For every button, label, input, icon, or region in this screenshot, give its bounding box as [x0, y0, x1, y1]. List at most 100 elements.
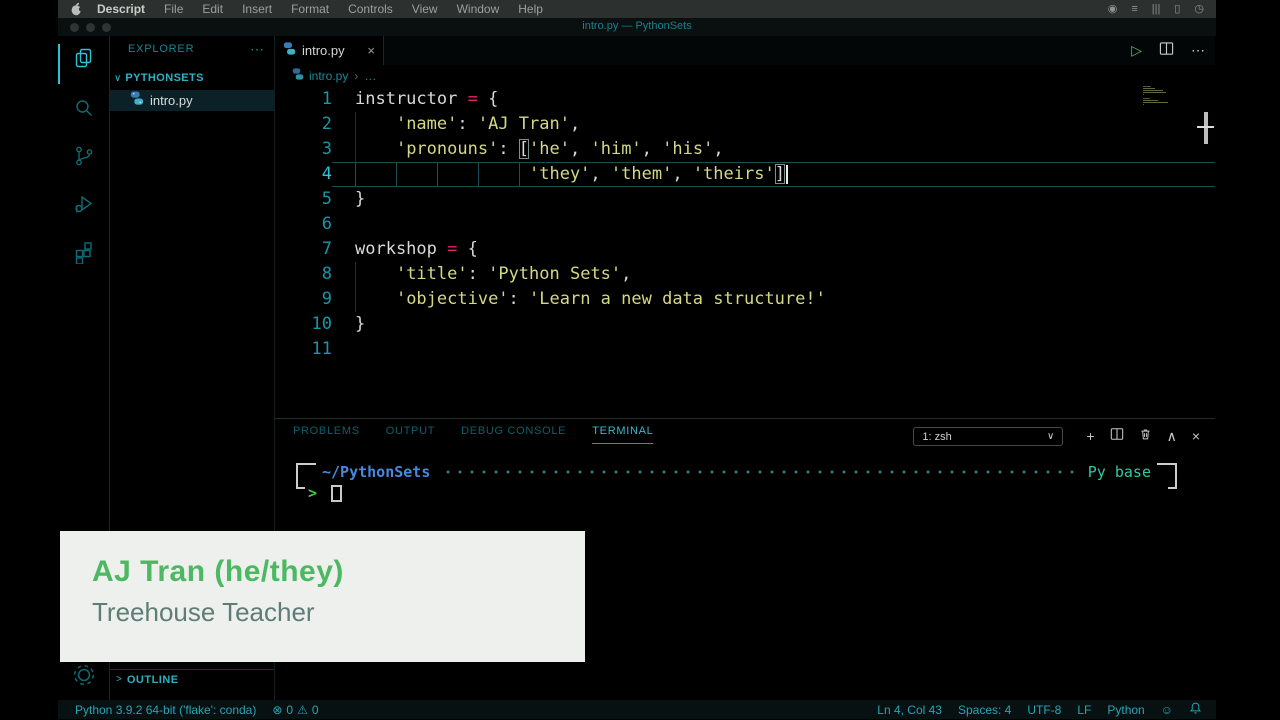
code-token: : [457, 114, 477, 134]
code-line[interactable]: 3 'pronouns': ['he', 'him', 'his', [275, 137, 1215, 162]
code-line[interactable]: 11 [275, 337, 1215, 362]
extensions-icon[interactable] [72, 240, 96, 264]
menu-item-controls[interactable]: Controls [348, 2, 393, 16]
minimap[interactable] [1143, 86, 1209, 108]
window-title-bar[interactable]: intro.py — PythonSets [58, 18, 1216, 36]
levels-icon[interactable]: ||| [1152, 0, 1161, 18]
minimap-line [1143, 86, 1151, 87]
cursor-position-status[interactable]: Ln 4, Col 43 [877, 703, 942, 717]
code-token: } [355, 314, 365, 334]
python-file-icon [283, 42, 296, 60]
mouse-ibeam-cursor [1204, 112, 1208, 144]
breadcrumb-symbol[interactable]: … [364, 69, 376, 83]
indent-guide [478, 162, 479, 187]
python-interpreter-status[interactable]: Python 3.9.2 64-bit ('flake': conda) [75, 703, 256, 717]
run-python-file-button[interactable]: ▷ [1131, 42, 1142, 59]
code-line[interactable]: 10} [275, 312, 1215, 337]
code-token: , [570, 139, 590, 159]
settings-gear-icon[interactable] [71, 662, 95, 686]
menu-item-format[interactable]: Format [291, 2, 329, 16]
code-line-text: workshop = { [332, 237, 1215, 262]
code-line[interactable]: 4 'they', 'them', 'theirs'] [275, 162, 1215, 187]
queue-icon[interactable]: ≡ [1131, 0, 1137, 18]
apple-logo-icon[interactable] [70, 2, 83, 16]
panel-tab-problems[interactable]: PROBLEMS [293, 425, 360, 444]
code-lines[interactable]: 1instructor = {2 'name': 'AJ Tran',3 'pr… [275, 87, 1215, 362]
editor-more-actions-icon[interactable]: ⋯ [1191, 42, 1205, 59]
code-line[interactable]: 5} [275, 187, 1215, 212]
active-view-indicator [58, 44, 60, 84]
minimap-line [1143, 100, 1158, 101]
prompt-chevron: > [308, 484, 317, 502]
code-line[interactable]: 2 'name': 'AJ Tran', [275, 112, 1215, 137]
line-number: 5 [275, 187, 332, 212]
menu-item-insert[interactable]: Insert [242, 2, 272, 16]
sidebar-item-pythonsets[interactable]: ∨ PYTHONSETS [110, 68, 274, 88]
menu-item-help[interactable]: Help [518, 2, 543, 16]
chevron-down-icon: ∨ [1047, 431, 1054, 442]
code-token: ] [775, 164, 785, 184]
close-panel-icon[interactable]: × [1192, 427, 1200, 446]
language-mode-status[interactable]: Python [1107, 703, 1144, 717]
code-line-text: 'title': 'Python Sets', [332, 262, 1215, 287]
line-number: 11 [275, 337, 332, 362]
record-icon[interactable]: ◉ [1108, 0, 1118, 18]
menu-item-descript[interactable]: Descript [97, 2, 145, 16]
battery-icon[interactable]: ▯ [1174, 0, 1180, 18]
eol-status[interactable]: LF [1077, 703, 1091, 717]
feedback-smiley-icon[interactable]: ☺ [1161, 703, 1173, 717]
status-bar: Python 3.9.2 64-bit ('flake': conda) ⊗ 0… [58, 700, 1216, 719]
code-token: { [457, 239, 477, 259]
code-token: , [642, 139, 662, 159]
minimap-line [1143, 88, 1155, 89]
code-token: 'Python Sets' [488, 264, 621, 284]
code-line[interactable]: 7workshop = { [275, 237, 1215, 262]
search-icon[interactable] [72, 96, 96, 120]
code-token: { [478, 89, 498, 109]
panel-tab-output[interactable]: OUTPUT [386, 425, 435, 444]
indentation-status[interactable]: Spaces: 4 [958, 703, 1011, 717]
code-token: : [468, 264, 488, 284]
outline-section[interactable]: > OUTLINE [110, 669, 274, 689]
code-token: 'name' [396, 114, 457, 134]
explorer-more-actions-icon[interactable]: ⋯ [250, 41, 264, 58]
menu-item-edit[interactable]: Edit [202, 2, 223, 16]
code-line[interactable]: 8 'title': 'Python Sets', [275, 262, 1215, 287]
clock-icon[interactable]: ◷ [1194, 0, 1204, 18]
code-token: : [498, 139, 518, 159]
code-line[interactable]: 9 'objective': 'Learn a new data structu… [275, 287, 1215, 312]
terminal-shell-select[interactable]: 1: zsh ∨ [913, 427, 1063, 446]
sidebar-item-intro-py[interactable]: intro.py [110, 90, 274, 111]
line-number: 9 [275, 287, 332, 312]
run-debug-icon[interactable] [72, 192, 96, 216]
split-editor-icon[interactable] [1159, 41, 1174, 61]
warning-icon: ⚠ [297, 703, 308, 717]
minimap-line [1143, 102, 1168, 103]
code-line[interactable]: 6 [275, 212, 1215, 237]
code-token: 'pronouns' [396, 139, 498, 159]
python-file-icon [130, 91, 144, 110]
minimap-line [1143, 104, 1144, 105]
explorer-icon[interactable] [72, 46, 96, 70]
code-token: = [447, 239, 457, 259]
source-control-icon[interactable] [72, 144, 96, 168]
new-terminal-icon[interactable]: + [1086, 427, 1094, 446]
kill-terminal-trash-icon[interactable] [1139, 427, 1152, 446]
problems-status[interactable]: ⊗ 0 ⚠ 0 [272, 703, 318, 717]
panel-tab-debug-console[interactable]: DEBUG CONSOLE [461, 425, 566, 444]
encoding-status[interactable]: UTF-8 [1027, 703, 1061, 717]
close-tab-icon[interactable]: × [367, 43, 375, 58]
menu-item-view[interactable]: View [412, 2, 438, 16]
split-terminal-icon[interactable] [1110, 427, 1124, 446]
code-line[interactable]: 1instructor = { [275, 87, 1215, 112]
menu-item-window[interactable]: Window [457, 2, 500, 16]
menu-item-file[interactable]: File [164, 2, 183, 16]
notifications-bell-icon[interactable] [1189, 701, 1202, 718]
breadcrumb[interactable]: intro.py › … [275, 65, 1215, 87]
panel-tab-terminal[interactable]: TERMINAL [592, 425, 653, 444]
maximize-panel-icon[interactable]: ∧ [1167, 427, 1177, 446]
code-token: 'him' [590, 139, 641, 159]
code-token: } [355, 189, 365, 209]
tab-intro-py[interactable]: intro.py × [275, 36, 384, 65]
indent-guide [355, 137, 356, 162]
